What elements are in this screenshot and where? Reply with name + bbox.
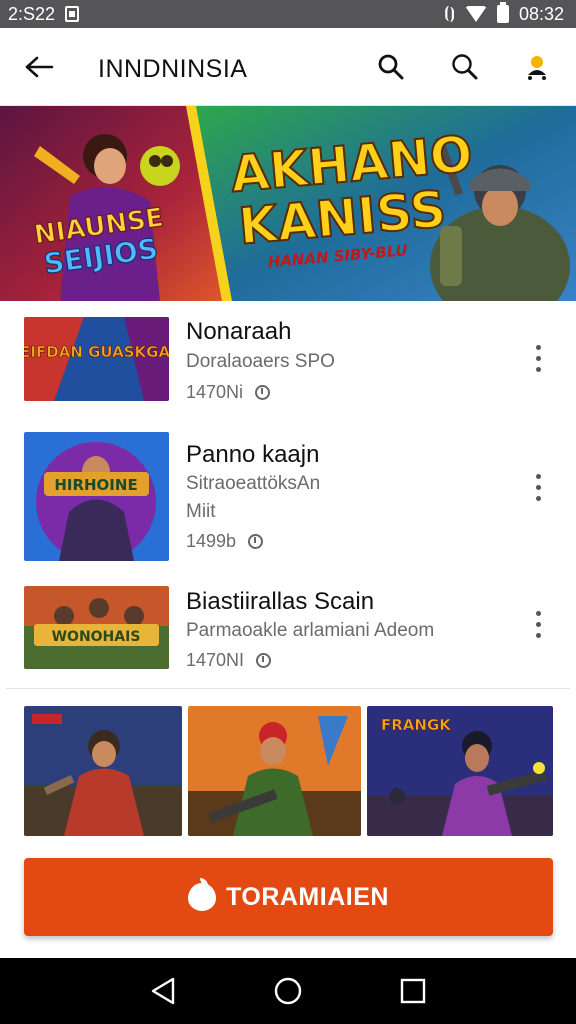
more-vert-icon <box>535 473 541 479</box>
status-left: 2:S22 <box>8 3 80 25</box>
page-title: INNDNINSIA <box>98 55 248 83</box>
gallery-tile[interactable] <box>188 706 361 836</box>
status-clock: 08:32 <box>518 3 564 24</box>
more-options-button[interactable] <box>524 467 552 507</box>
list-item[interactable]: HIRHOINE Panno kaajn SitraoeattöksAn Mii… <box>0 417 576 567</box>
more-vert-icon <box>535 344 541 350</box>
item-meta: 1470NI <box>186 650 272 671</box>
search-secondary-button[interactable] <box>446 48 484 86</box>
clock-icon <box>256 653 272 668</box>
more-options-button[interactable] <box>524 338 552 378</box>
wifi-icon <box>464 6 487 22</box>
item-subtitle: SitraoeattöksAn <box>186 473 321 494</box>
item-duration: 1470Ni <box>186 382 244 402</box>
item-title: Biastiirallas Scain <box>186 588 375 615</box>
nav-recents-button[interactable] <box>393 971 433 1011</box>
arrow-left-icon <box>25 56 54 78</box>
item-thumbnail-art: WONOHAIS <box>24 586 169 669</box>
item-thumbnail: HIRHOINE <box>24 432 169 561</box>
clock-icon <box>255 385 271 400</box>
item-duration: 1470NI <box>186 650 245 670</box>
gallery-tile-art <box>24 706 182 836</box>
more-vert-icon <box>535 610 541 616</box>
more-options-button[interactable] <box>524 604 552 644</box>
profile-button[interactable] <box>518 48 556 86</box>
gallery-tile[interactable] <box>24 706 182 836</box>
thumbnail-text: SEIFDAN GUASKGAN <box>24 343 169 361</box>
status-right: ⦗⦘ 08:32 <box>444 2 564 25</box>
item-subtitle: Doralaoaers SPO <box>186 351 335 372</box>
vibrate-icon: ⦗⦘ <box>444 5 455 22</box>
item-meta: 1499b <box>186 531 264 552</box>
item-duration: 1499b <box>186 531 237 551</box>
nav-home-button[interactable] <box>268 971 308 1011</box>
search-icon <box>452 54 478 80</box>
item-thumbnail-art: SEIFDAN GUASKGAN <box>24 317 169 401</box>
gallery-tile-art: FRANGK <box>367 706 553 836</box>
gallery-caption: FRANGK <box>381 716 452 734</box>
thumbnail-text: HIRHOINE <box>54 476 137 494</box>
circle-home-icon <box>274 977 302 1005</box>
sim-card-icon <box>65 6 80 22</box>
search-button[interactable] <box>372 48 410 86</box>
clock-icon <box>248 534 264 549</box>
section-divider <box>6 688 570 689</box>
status-bar: 2:S22 ⦗⦘ 08:32 <box>0 0 576 28</box>
hero-banner[interactable]: NIAUNSE SEIJIOS AKHANO KANISS HANAN SIBY… <box>0 106 576 301</box>
search-icon <box>378 54 404 80</box>
leaf-icon <box>188 878 217 911</box>
item-title: Nonaraah <box>186 318 292 345</box>
item-title: Panno kaajn <box>186 441 320 468</box>
item-thumbnail: WONOHAIS <box>24 586 169 669</box>
triangle-back-icon <box>151 977 174 1005</box>
item-thumbnail-art: HIRHOINE <box>24 432 169 561</box>
square-recents-icon <box>401 978 426 1004</box>
list-item[interactable]: WONOHAIS Biastiirallas Scain Parmaoakle … <box>0 572 576 687</box>
battery-icon <box>496 2 509 23</box>
gallery-tile[interactable]: FRANGK <box>367 706 553 836</box>
list-item[interactable]: SEIFDAN GUASKGAN Nonaraah Doralaoaers SP… <box>0 302 576 412</box>
status-time: 2:S22 <box>8 3 56 24</box>
item-meta: 1470Ni <box>186 382 271 403</box>
item-subtitle: Parmaoakle arlamiani Adeom <box>186 620 435 641</box>
item-thumbnail: SEIFDAN GUASKGAN <box>24 317 169 401</box>
app-bar: INNDNINSIA <box>0 28 576 106</box>
thumbnail-text: WONOHAIS <box>52 629 141 645</box>
primary-cta-button[interactable]: TORAMIAIEN <box>24 858 553 936</box>
gallery-tile-art <box>188 706 361 836</box>
profile-icon <box>528 56 546 80</box>
back-button[interactable] <box>22 50 56 84</box>
nav-back-button[interactable] <box>143 971 183 1011</box>
hero-banner-art: NIAUNSE SEIJIOS AKHANO KANISS HANAN SIBY… <box>0 106 576 301</box>
cta-label: TORAMIAIEN <box>226 882 389 911</box>
item-subtitle-2: Miit <box>186 501 216 522</box>
system-nav-bar <box>0 958 576 1024</box>
